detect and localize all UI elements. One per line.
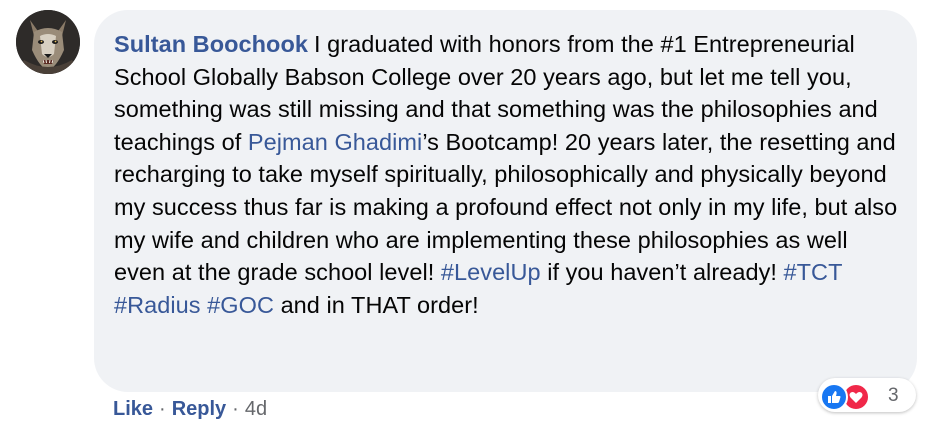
mention-link[interactable]: Pejman Ghadimi [248, 129, 422, 155]
comment-bubble: Sultan Boochook I graduated with honors f… [94, 10, 917, 392]
hashtag-radius-link[interactable]: #Radius [114, 292, 201, 318]
comment-actions: Like · Reply · 4d [113, 398, 267, 421]
reactions-summary[interactable]: 3 [818, 378, 916, 412]
hashtag-tct-link[interactable]: #TCT [784, 259, 843, 285]
separator: · [232, 398, 239, 420]
comment-body: Sultan Boochook I graduated with honors f… [114, 28, 904, 321]
avatar-wolf-image [16, 10, 80, 74]
like-button[interactable]: Like [113, 398, 153, 420]
comment-text: if you haven’t already! [540, 259, 784, 286]
like-icon [820, 383, 848, 411]
comment: Sultan Boochook I graduated with honors f… [0, 0, 934, 440]
comment-author-link[interactable]: Sultan Boochook [114, 31, 308, 57]
timestamp[interactable]: 4d [245, 398, 267, 420]
separator: · [159, 398, 166, 420]
reply-button[interactable]: Reply [172, 398, 226, 420]
hashtag-levelup-link[interactable]: #LevelUp [441, 259, 541, 285]
avatar[interactable] [16, 10, 80, 74]
comment-text: and in THAT order! [273, 291, 479, 318]
reaction-count: 3 [888, 385, 899, 406]
hashtag-goc-link[interactable]: #GOC [207, 292, 274, 318]
